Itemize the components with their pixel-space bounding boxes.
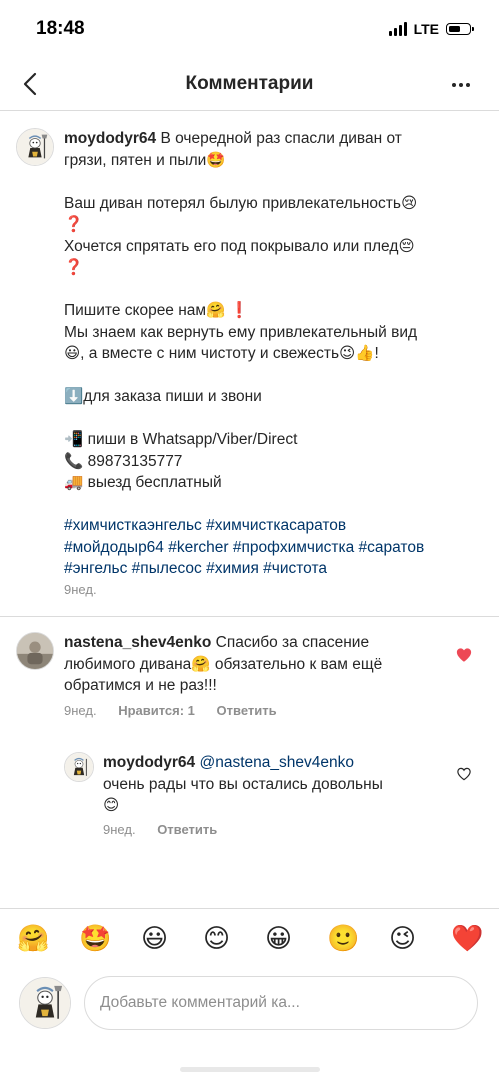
grinning-big-eyes-emoji-button[interactable]: 😃 (141, 923, 168, 953)
caption-line: 📲 пиши в Whatsapp/Viber/Direct (64, 431, 298, 448)
battery-icon (446, 23, 474, 35)
reply-author-username[interactable]: moydodyr64 (103, 754, 195, 771)
post-timestamp: 9нед. (64, 582, 97, 597)
comment-first-line: Спасибо за спасение (215, 634, 370, 651)
emoji-quick-bar: 🤗 🤩 😃 😊 😀 🙂 😉 ❤️ (0, 908, 499, 969)
comment-likes-count[interactable]: Нравится: 1 (118, 703, 195, 718)
signal-icon (388, 22, 407, 36)
comment-line: любимого дивана🤗 обязательно к вам ещё (64, 655, 383, 673)
reply-line: 😊 (103, 797, 120, 814)
slight-smile-emoji-button[interactable]: 🙂 (327, 923, 359, 953)
grinning-face-emoji-button[interactable]: 😀 (265, 923, 292, 953)
post-author-avatar[interactable] (16, 128, 54, 166)
network-label: LTE (413, 21, 439, 37)
current-user-avatar (19, 977, 71, 1029)
post-author-username[interactable]: moydodyr64 (64, 130, 156, 147)
status-time: 18:48 (36, 18, 85, 39)
caption-line: ❓ (64, 259, 84, 276)
commenter-avatar[interactable] (16, 632, 54, 670)
comment-text: nastena_shev4enko Спасибо за спасение лю… (64, 632, 444, 697)
caption-line: 🚚 выезд бесплатный (64, 474, 222, 491)
post-meta: 9нед. (64, 582, 115, 597)
comment-input[interactable]: Добавьте комментарий ка... (84, 976, 478, 1030)
hashtag-line[interactable]: #химчисткаэнгельс #химчисткасаратов (64, 515, 484, 537)
reply-timestamp: 9нед. (103, 822, 136, 837)
navigation-bar: Комментарии (0, 60, 499, 111)
reply-button[interactable]: Ответить (217, 703, 277, 718)
caption-line: Ваш диван потерял былую привлекательност… (64, 194, 418, 212)
hugging-face-emoji-button[interactable]: 🤗 (17, 923, 49, 953)
status-bar: 18:48 LTE (0, 0, 499, 60)
hashtag-line[interactable]: #мойдодыр64 #kercher #профхимчистка #сар… (64, 537, 484, 559)
heart-outline-icon[interactable] (456, 766, 472, 782)
smiling-eyes-emoji-button[interactable]: 😊 (203, 923, 230, 953)
caption-line: 📞 89873135777 (64, 452, 183, 470)
caption-line: грязи, пятен и пыли🤩 (64, 151, 226, 169)
divider (0, 616, 499, 617)
profile-photo-icon (17, 633, 53, 669)
comment-line: обратимся и не раз!!! (64, 677, 217, 694)
mascot-logo-icon (17, 129, 53, 165)
status-indicators: LTE (388, 21, 474, 37)
home-indicator (180, 1067, 320, 1072)
reply-line: очень рады что вы остались довольны (103, 775, 383, 793)
reply-author-avatar[interactable] (64, 752, 94, 782)
reply-button[interactable]: Ответить (157, 822, 217, 837)
reply-meta: 9нед. Ответить (103, 822, 235, 837)
caption-line: Хочется спрятать его под покрывало или п… (64, 237, 415, 255)
reply-mention-link[interactable]: @nastena_shev4enko (199, 754, 354, 771)
caption-line: 😃, а вместе с ним чистоту и свежесть😉👍! (64, 345, 379, 362)
caption-line: ❓ (64, 216, 84, 233)
caption-line: Пишите скорее нам🤗 ❗ (64, 302, 249, 319)
reply-text: moydodyr64 @nastena_shev4enko очень рады… (103, 752, 443, 817)
mascot-logo-icon (65, 753, 93, 781)
more-options-icon[interactable] (451, 76, 471, 94)
comment-timestamp: 9нед. (64, 703, 97, 718)
red-heart-emoji-button[interactable]: ❤️ (451, 923, 483, 953)
winking-face-emoji-button[interactable]: 😉 (389, 923, 416, 953)
mascot-logo-icon (20, 978, 70, 1028)
comment-meta: 9нед. Нравится: 1 Ответить (64, 703, 295, 718)
hashtag-line[interactable]: #энгельс #пылесос #химия #чистота (64, 558, 484, 580)
caption-line: ⬇️для заказа пиши и звони (64, 388, 262, 405)
commenter-username[interactable]: nastena_shev4enko (64, 634, 211, 651)
post-caption: moydodyr64 В очередной раз спасли диван … (64, 128, 484, 580)
heart-filled-icon[interactable] (455, 646, 473, 664)
star-struck-emoji-button[interactable]: 🤩 (79, 923, 111, 953)
caption-line: Мы знаем как вернуть ему привлекательный… (64, 323, 418, 341)
page-title: Комментарии (185, 73, 314, 94)
caption-first-line: В очередной раз спасли диван от (160, 130, 402, 147)
